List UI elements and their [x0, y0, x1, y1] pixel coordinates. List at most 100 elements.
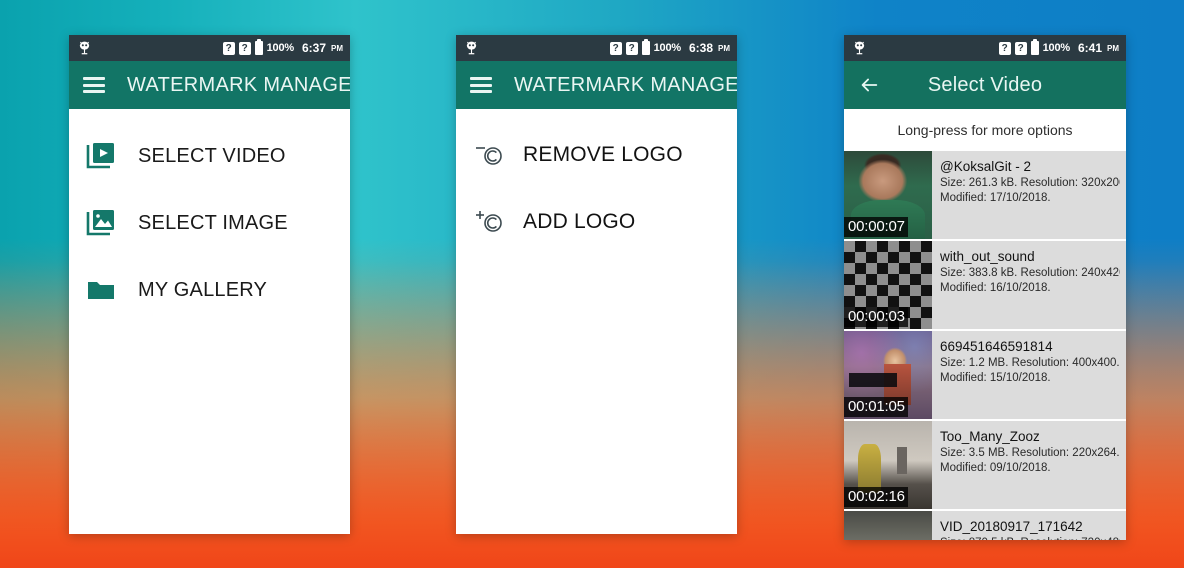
menu-item-label: REMOVE LOGO [523, 143, 683, 166]
select-video-icon [86, 143, 114, 169]
hamburger-bar [83, 77, 105, 80]
video-info: @KoksalGit - 2 Size: 261.3 kB. Resolutio… [932, 151, 1126, 239]
status-bar-right: ? ? 100% 6:41 PM [998, 39, 1119, 55]
video-duration-badge: 00:00:03 [844, 306, 908, 327]
status-bar: ? ? 100% 6:38 PM [456, 35, 737, 61]
hamburger-bar [470, 90, 492, 93]
app-notification-icon [854, 41, 865, 55]
video-list-item[interactable]: 00:00:07 @KoksalGit - 2 Size: 261.3 kB. … [844, 151, 1126, 241]
clock-ampm: PM [331, 43, 343, 53]
video-list-item[interactable]: 00:00:03 with_out_sound Size: 383.8 kB. … [844, 241, 1126, 331]
battery-percent: 100% [653, 42, 682, 54]
video-duration-badge: 00:00:07 [844, 216, 908, 237]
video-meta-size-resolution: Size: 1.2 MB. Resolution: 400x400. [940, 357, 1120, 369]
status-bar: ? ? 100% 6:37 PM [69, 35, 350, 61]
video-info: with_out_sound Size: 383.8 kB. Resolutio… [932, 241, 1126, 329]
page-title: WATERMARK MANAGER [514, 73, 737, 96]
page-title: WATERMARK MANAGER [127, 73, 350, 96]
status-bar: ? ? 100% 6:41 PM [844, 35, 1126, 61]
menu-item-add-logo[interactable]: ADD LOGO [456, 200, 737, 244]
clock-ampm: PM [718, 43, 730, 53]
unknown-indicator-icon-1: ? [998, 41, 1011, 55]
clock-time: 6:38 [688, 41, 713, 55]
battery-percent: 100% [1042, 42, 1071, 54]
hamburger-menu-icon[interactable] [83, 77, 105, 93]
status-bar-left [465, 41, 478, 55]
video-title: Too_Many_Zooz [940, 429, 1040, 444]
video-thumbnail: 00:00:07 [844, 151, 932, 239]
clock-time: 6:37 [301, 41, 326, 55]
video-list-item[interactable]: 00:01:05 669451646591814 Size: 1.2 MB. R… [844, 331, 1126, 421]
app-toolbar: WATERMARK MANAGER [69, 61, 350, 109]
video-meta-modified: Modified: 17/10/2018. [940, 191, 1051, 204]
phone-screen-logo-menu: ? ? 100% 6:38 PM WATERMARK MANAGER REMOV… [456, 35, 737, 534]
page-title: Select Video [927, 73, 1043, 96]
status-bar-right: ? ? 100% 6:37 PM [222, 39, 343, 55]
video-meta-modified: Modified: 15/10/2018. [940, 371, 1051, 384]
video-title: with_out_sound [940, 249, 1035, 264]
phone-screen-main-menu: ? ? 100% 6:37 PM WATERMARK MANAGER SELEC… [69, 35, 350, 534]
menu-item-my-gallery[interactable]: MY GALLERY [69, 267, 350, 313]
video-title: 669451646591814 [940, 339, 1053, 354]
main-menu-list: SELECT VIDEO SELECT IMAGE MY GALLERY [69, 109, 350, 313]
folder-icon [88, 282, 114, 299]
unknown-indicator-icon-2: ? [625, 41, 638, 55]
thumbnail-art [844, 511, 932, 540]
video-meta-size-resolution: Size: 3.5 MB. Resolution: 220x264. [940, 447, 1120, 459]
video-info: Too_Many_Zooz Size: 3.5 MB. Resolution: … [932, 421, 1126, 509]
hamburger-bar [470, 83, 492, 87]
battery-full-icon [641, 39, 650, 55]
app-notification-icon [466, 41, 477, 55]
menu-item-select-image[interactable]: SELECT IMAGE [69, 200, 350, 246]
hamburger-bar [83, 83, 105, 87]
menu-item-label: SELECT VIDEO [138, 144, 286, 167]
battery-full-icon [1030, 39, 1039, 55]
unknown-indicator-icon-2: ? [238, 41, 251, 55]
battery-percent: 100% [266, 42, 295, 54]
clock-ampm: PM [1107, 43, 1119, 53]
video-info: 669451646591814 Size: 1.2 MB. Resolution… [932, 331, 1126, 419]
video-title: VID_20180917_171642 [940, 519, 1083, 534]
video-meta-modified: Modified: 16/10/2018. [940, 281, 1051, 294]
back-arrow-icon[interactable] [858, 74, 880, 96]
long-press-hint: Long-press for more options [844, 109, 1126, 151]
hamburger-bar [83, 90, 105, 93]
select-image-icon [86, 210, 114, 236]
app-toolbar: WATERMARK MANAGER [456, 61, 737, 109]
menu-item-label: MY GALLERY [138, 278, 268, 301]
add-copyright-icon [476, 211, 502, 232]
app-notification-icon [79, 41, 90, 55]
video-thumbnail: 00:00:03 [844, 241, 932, 329]
video-duration-badge: 00:02:16 [844, 486, 908, 507]
video-meta-size-resolution: Size: 383.8 kB. Resolution: 240x426. [940, 267, 1120, 279]
video-list-item[interactable]: VID_20180917_171642 Size: 870.5 kB. Reso… [844, 511, 1126, 540]
menu-item-label: ADD LOGO [523, 210, 636, 233]
clock-time: 6:41 [1077, 41, 1102, 55]
video-thumbnail: 00:01:05 [844, 331, 932, 419]
video-meta-size-resolution: Size: 870.5 kB. Resolution: 720x480. [940, 536, 1120, 540]
menu-item-remove-logo[interactable]: REMOVE LOGO [456, 133, 737, 177]
status-bar-left [78, 41, 91, 55]
unknown-indicator-icon-2: ? [1014, 41, 1027, 55]
video-meta-size-resolution: Size: 261.3 kB. Resolution: 320x206. [940, 177, 1120, 189]
menu-item-label: SELECT IMAGE [138, 211, 288, 234]
battery-full-icon [254, 39, 263, 55]
logo-menu-list: REMOVE LOGO ADD LOGO [456, 109, 737, 244]
video-info: VID_20180917_171642 Size: 870.5 kB. Reso… [932, 511, 1126, 540]
video-list-item[interactable]: 00:02:16 Too_Many_Zooz Size: 3.5 MB. Res… [844, 421, 1126, 511]
unknown-indicator-icon-1: ? [222, 41, 235, 55]
app-toolbar: Select Video [844, 61, 1126, 109]
status-bar-right: ? ? 100% 6:38 PM [609, 39, 730, 55]
video-title: @KoksalGit - 2 [940, 159, 1031, 174]
menu-item-select-video[interactable]: SELECT VIDEO [69, 133, 350, 179]
video-thumbnail [844, 511, 932, 540]
hamburger-bar [470, 77, 492, 80]
video-thumbnail: 00:02:16 [844, 421, 932, 509]
phone-screen-select-video: ? ? 100% 6:41 PM Select Video Long-press… [844, 35, 1126, 540]
video-meta-modified: Modified: 09/10/2018. [940, 461, 1051, 474]
video-list: 00:00:07 @KoksalGit - 2 Size: 261.3 kB. … [844, 151, 1126, 540]
hamburger-menu-icon[interactable] [470, 77, 492, 93]
video-duration-badge: 00:01:05 [844, 396, 908, 417]
remove-copyright-icon [476, 147, 502, 165]
status-bar-left [853, 41, 866, 55]
